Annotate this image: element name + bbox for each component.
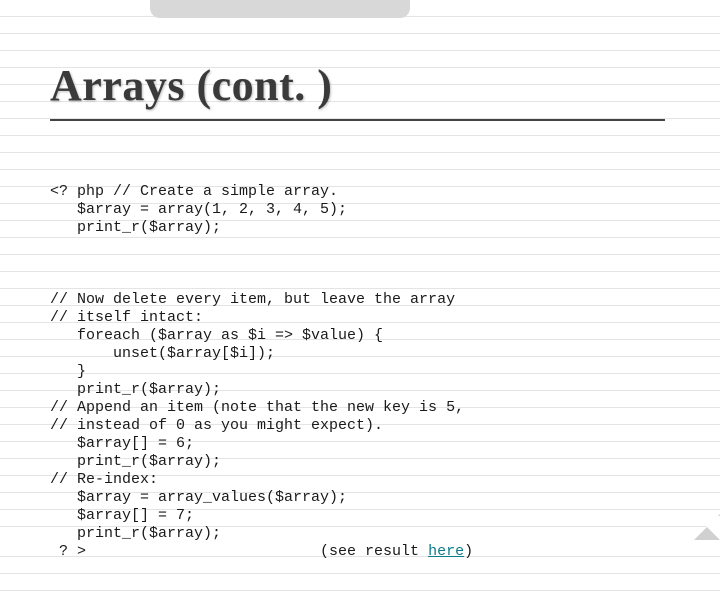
code-tail: ) [464,543,473,560]
slide-title: Arrays (cont. ) [50,60,690,115]
code-block-2-text: // Now delete every item, but leave the … [50,291,464,560]
page-corner-decoration [694,514,720,540]
slide-body: Arrays (cont. ) <? php // Create a simpl… [50,60,690,520]
code-block-2: // Now delete every item, but leave the … [50,291,690,561]
title-underline [50,119,665,121]
result-link[interactable]: here [428,543,464,560]
slide-tab-decoration [150,0,410,18]
code-block-1: <? php // Create a simple array. $array … [50,183,690,237]
code-area: <? php // Create a simple array. $array … [50,147,690,597]
